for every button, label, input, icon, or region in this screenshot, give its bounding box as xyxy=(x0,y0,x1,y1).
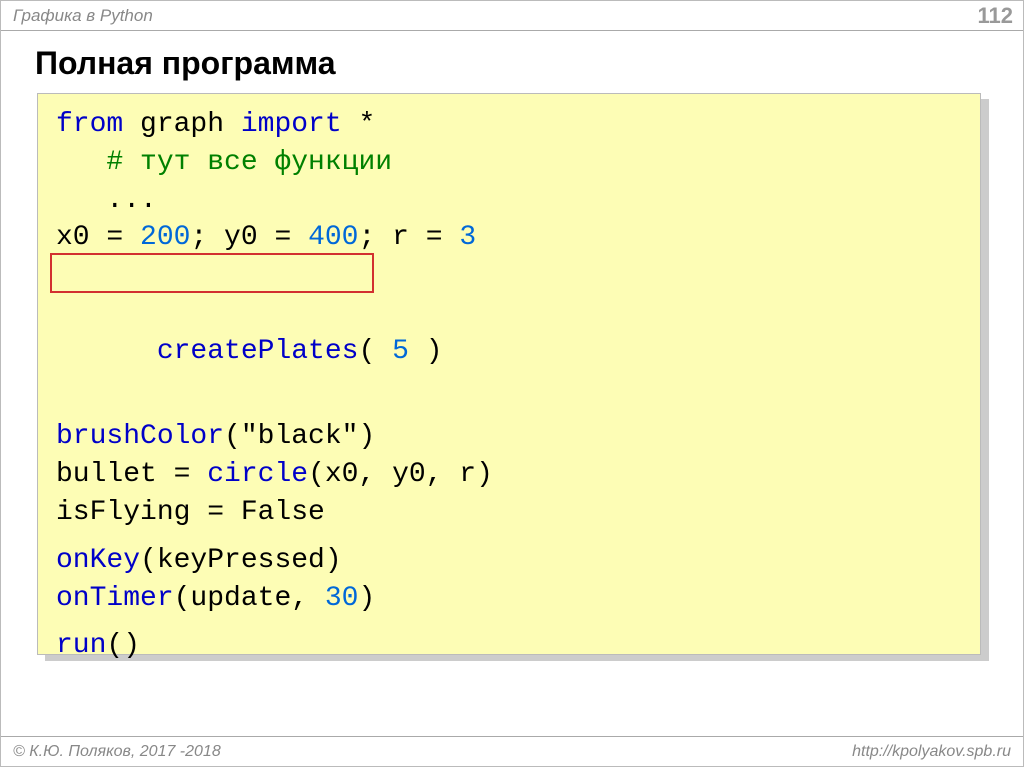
num: 200 xyxy=(140,222,190,253)
num: 5 xyxy=(392,336,409,367)
highlight-box xyxy=(50,253,374,293)
num: 400 xyxy=(308,222,358,253)
code-line: onKey(keyPressed) xyxy=(56,542,966,580)
tok: (update, xyxy=(174,583,325,614)
fn-circle: circle xyxy=(207,459,308,490)
slide: Графика в Python 112 Полная программа fr… xyxy=(0,0,1024,767)
slide-title: Полная программа xyxy=(35,45,336,82)
tok: (keyPressed) xyxy=(140,545,342,576)
code-line: brushColor("black") xyxy=(56,418,966,456)
tok-bullet: bullet xyxy=(56,459,157,490)
footer-url: http://kpolyakov.spb.ru xyxy=(852,743,1011,761)
tok: (x0, y0, r) xyxy=(308,459,493,490)
code-line: # тут все функции xyxy=(56,144,966,182)
page-number: 112 xyxy=(978,3,1014,29)
slide-footer: © К.Ю. Поляков, 2017 -2018 http://kpolya… xyxy=(1,736,1023,766)
code-line-highlighted: createPlates( 5 ) xyxy=(56,257,966,408)
code-line: isFlying = False xyxy=(56,494,966,532)
code-line: bullet = circle(x0, y0, r) xyxy=(56,456,966,494)
kw-from: from xyxy=(56,109,123,140)
tok: ) xyxy=(358,583,375,614)
tok-ellipsis: ... xyxy=(56,185,157,216)
tok: x0 = xyxy=(56,222,140,253)
slide-header: Графика в Python 112 xyxy=(1,1,1023,31)
code-line: run() xyxy=(56,627,966,665)
code-line: onTimer(update, 30) xyxy=(56,580,966,618)
tok: () xyxy=(106,630,140,661)
tok-isflying: isFlying = False xyxy=(56,497,325,528)
spacer xyxy=(56,532,966,542)
fn-createplates: createPlates xyxy=(157,336,359,367)
code-block: from graph import * # тут все функции ..… xyxy=(37,93,981,655)
tok-graph: graph xyxy=(123,109,241,140)
fn-brushcolor: brushColor xyxy=(56,421,224,452)
num: 3 xyxy=(459,222,476,253)
kw-import: import xyxy=(241,109,342,140)
tok: ) xyxy=(409,336,443,367)
num: 30 xyxy=(325,583,359,614)
tok-star: * xyxy=(342,109,376,140)
tok: ( xyxy=(358,336,392,367)
tok: ; y0 = xyxy=(190,222,308,253)
comment-funcs: # тут все функции xyxy=(56,147,392,178)
code-line: from graph import * xyxy=(56,106,966,144)
code-line: ... xyxy=(56,182,966,220)
fn-onkey: onKey xyxy=(56,545,140,576)
spacer xyxy=(56,617,966,627)
code-line: x0 = 200; y0 = 400; r = 3 xyxy=(56,219,966,257)
spacer xyxy=(56,408,966,418)
tok: = xyxy=(157,459,207,490)
footer-copyright: © К.Ю. Поляков, 2017 -2018 xyxy=(13,743,221,761)
fn-run: run xyxy=(56,630,106,661)
header-section: Графика в Python xyxy=(13,6,153,26)
tok: ; r = xyxy=(358,222,459,253)
fn-ontimer: onTimer xyxy=(56,583,174,614)
tok: ("black") xyxy=(224,421,375,452)
